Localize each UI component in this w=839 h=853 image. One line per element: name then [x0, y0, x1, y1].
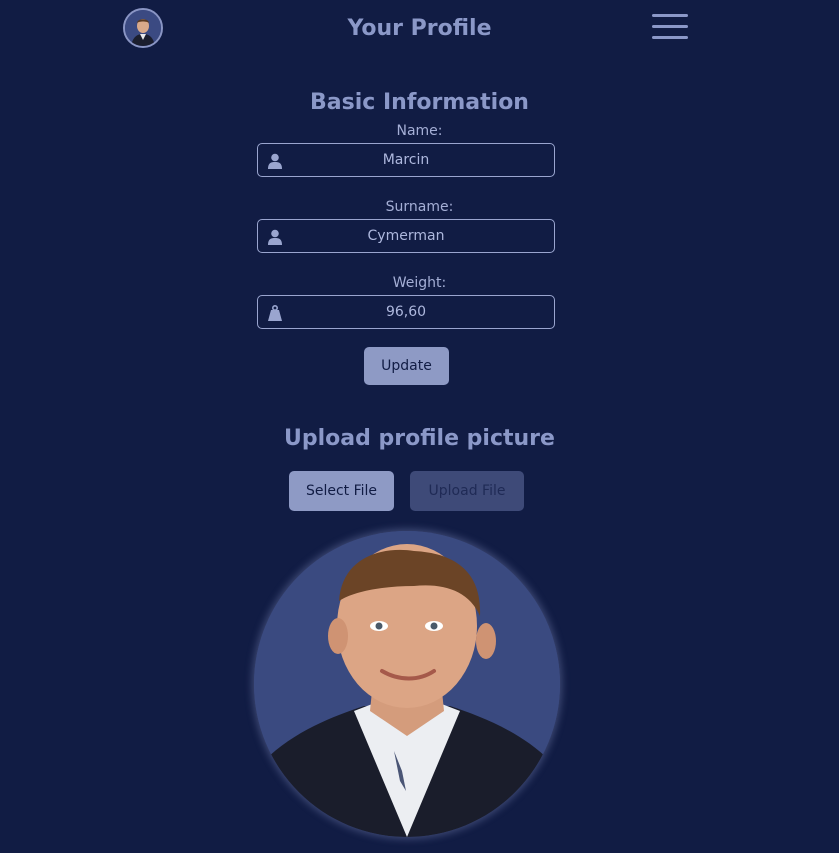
weight-icon [268, 305, 282, 321]
upload-title: Upload profile picture [284, 426, 555, 451]
weight-label: Weight: [392, 275, 447, 291]
surname-input[interactable] [258, 220, 554, 252]
weight-field-wrapper [257, 295, 555, 329]
user-icon [268, 153, 282, 169]
hamburger-menu-icon[interactable] [652, 14, 688, 44]
surname-label: Surname: [385, 199, 454, 215]
update-button[interactable]: Update [364, 347, 449, 385]
profile-picture [254, 531, 560, 837]
header: Your Profile [0, 0, 839, 62]
name-input[interactable] [258, 144, 554, 176]
surname-field-wrapper [257, 219, 555, 253]
name-field-wrapper [257, 143, 555, 177]
user-icon [268, 229, 282, 245]
weight-input[interactable] [258, 296, 554, 328]
upload-file-button[interactable]: Upload File [410, 471, 524, 511]
page-title: Your Profile [347, 16, 492, 41]
profile-portrait-image [254, 531, 560, 837]
name-label: Name: [396, 123, 443, 139]
select-file-button[interactable]: Select File [289, 471, 394, 511]
profile-page: Your Profile Basic Information Name: Sur… [0, 0, 839, 853]
basic-info-title: Basic Information [310, 90, 529, 115]
